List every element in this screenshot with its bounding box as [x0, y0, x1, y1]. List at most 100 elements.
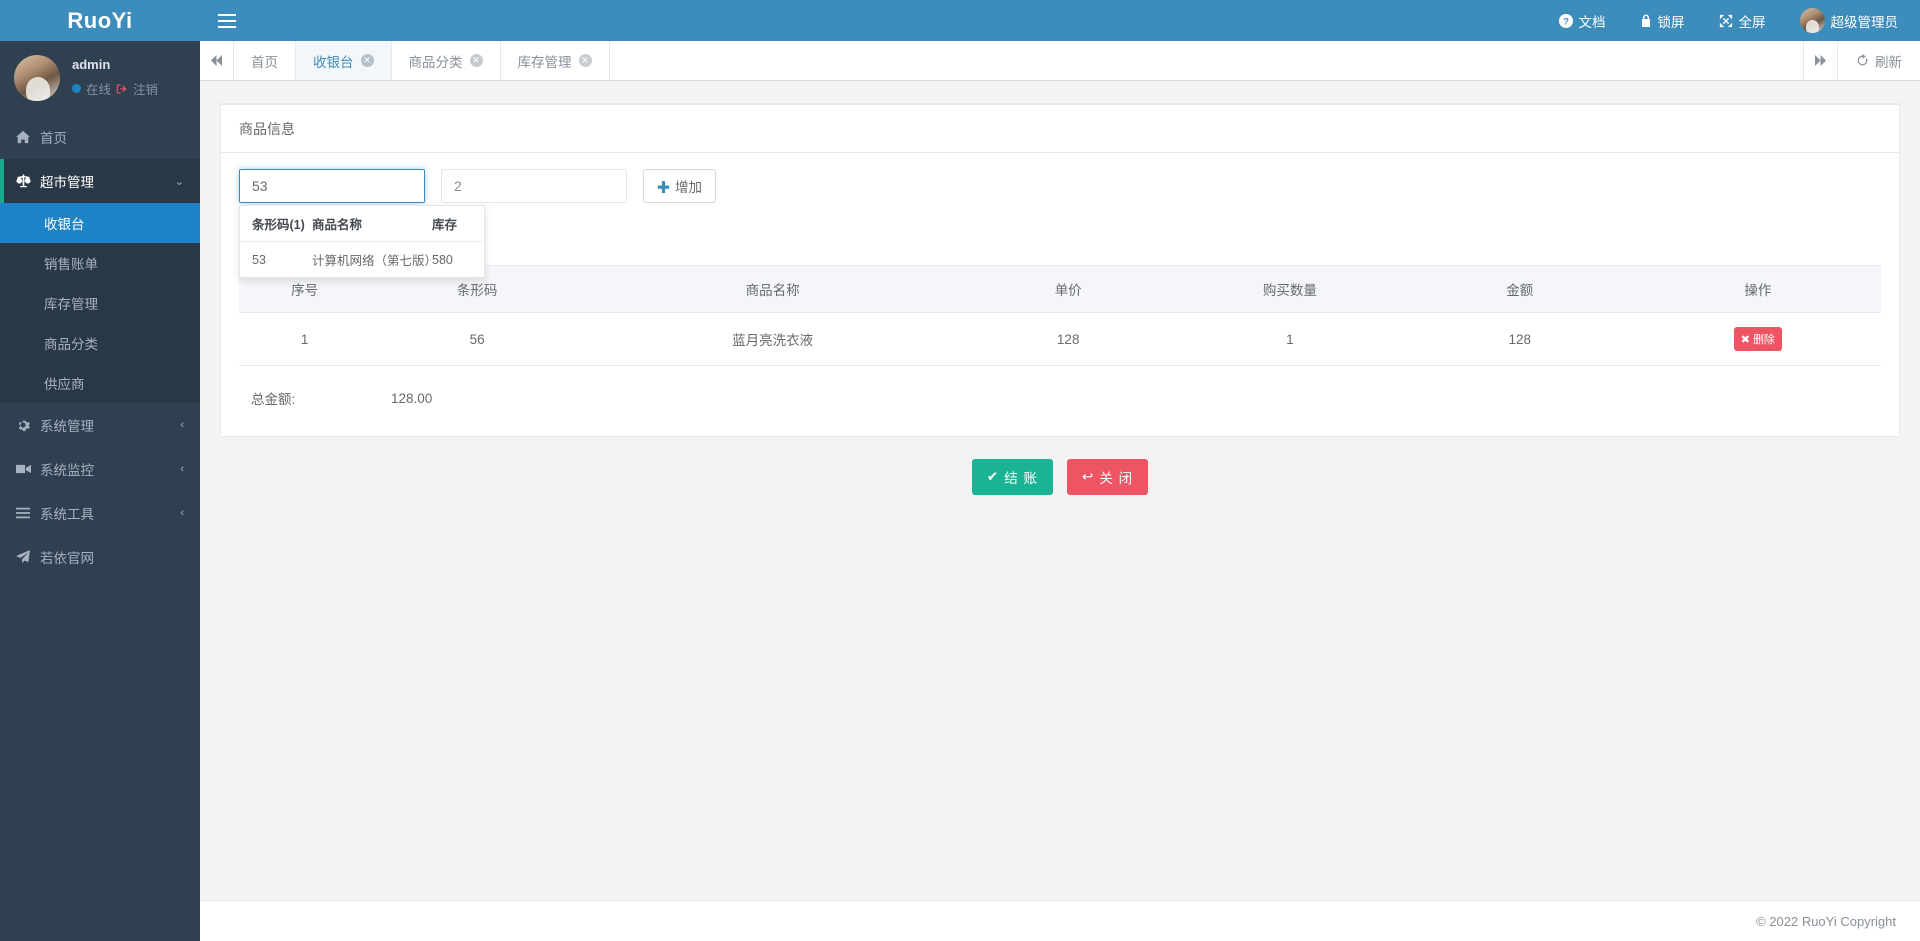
table-header-row: 序号 条形码 商品名称 单价 购买数量 金额 操作	[239, 265, 1881, 313]
chevron-left-icon: ‹	[180, 419, 184, 431]
video-camera-icon	[16, 463, 34, 475]
cell-quantity: 1	[1174, 312, 1405, 366]
user-profile: admin 在线 注销	[0, 41, 200, 115]
home-icon	[16, 130, 34, 144]
fullscreen-button[interactable]: 全屏	[1719, 11, 1766, 31]
sidebar-item-home[interactable]: 首页	[0, 115, 200, 159]
autocomplete-option-name: 计算机网络（第七版）	[312, 254, 438, 268]
hamburger-icon[interactable]	[218, 13, 236, 28]
close-icon[interactable]: ✕	[469, 54, 483, 67]
column-price: 单价	[961, 265, 1175, 313]
logout-icon[interactable]	[116, 83, 128, 95]
expand-icon	[1719, 14, 1733, 28]
sidebar-item-label: 系统工具	[40, 507, 94, 522]
add-product-button[interactable]: ✚ 增加	[643, 169, 717, 203]
tab-inventory[interactable]: 库存管理 ✕	[500, 41, 610, 80]
tab-scroll-prev-button[interactable]	[200, 41, 234, 80]
lock-icon	[1640, 14, 1652, 28]
cell-index: 1	[239, 312, 371, 366]
question-circle-icon: ?	[1558, 13, 1573, 28]
checkout-submit-label: 结 账	[1004, 471, 1038, 486]
avatar[interactable]	[14, 55, 60, 101]
close-button[interactable]: ↩ 关 闭	[1067, 459, 1149, 495]
profile-username: admin	[72, 57, 111, 72]
tab-label: 收银台	[313, 54, 354, 70]
sidebar-subitem-label: 库存管理	[44, 297, 98, 312]
sidebar-subitem-inventory[interactable]: 库存管理	[0, 283, 200, 323]
table-row: 1 56 蓝月亮洗衣液 128 1 128 ✖ 删除	[239, 312, 1881, 366]
gear-icon	[16, 418, 34, 432]
tab-bar: 首页 收银台 ✕ 商品分类 ✕ 库存管理 ✕ 刷新	[200, 41, 1920, 81]
tab-scroll-next-button[interactable]	[1803, 41, 1837, 80]
reply-icon: ↩	[1082, 469, 1095, 484]
sidebar-subitem-label: 供应商	[44, 377, 85, 392]
sidebar-item-market[interactable]: 超市管理 ⌄ 收银台 销售账单 库存管理 商品分类 供应商	[0, 159, 200, 403]
total-amount-label: 总金额:	[251, 392, 296, 407]
sidebar-subitem-label: 商品分类	[44, 337, 98, 352]
checkout-list-title: 结账清单	[239, 203, 1881, 265]
user-menu-label: 超级管理员	[1830, 14, 1899, 30]
profile-status-label: 在线	[86, 83, 112, 97]
sidebar-item-system-manage[interactable]: 系统管理 ‹	[0, 403, 200, 447]
checkout-submit-button[interactable]: ✔ 结 账	[971, 459, 1053, 495]
page-content: 商品信息 ✚ 增加 条形码(1) 商品名称 库存	[200, 81, 1920, 900]
chevron-left-icon: ‹	[180, 507, 184, 519]
tab-label: 商品分类	[408, 54, 463, 70]
autocomplete-header-stock: 库存	[432, 218, 458, 232]
bars-icon	[16, 507, 34, 519]
tab-label: 首页	[251, 54, 278, 70]
barcode-autocomplete-dropdown: 条形码(1) 商品名称 库存 53 计算机网络（第七版） 580	[239, 205, 485, 278]
check-icon: ✔	[986, 469, 1000, 484]
times-icon: ✖	[1740, 333, 1750, 346]
sidebar-item-system-tools[interactable]: 系统工具 ‹	[0, 491, 200, 535]
refresh-icon	[1856, 54, 1869, 67]
quantity-input[interactable]	[441, 169, 627, 203]
sidebar-item-system-monitor[interactable]: 系统监控 ‹	[0, 447, 200, 491]
sidebar-subitem-sales-bill[interactable]: 销售账单	[0, 243, 200, 283]
brand-logo[interactable]: RuoYi	[0, 0, 200, 41]
sidebar-subitem-label: 销售账单	[44, 257, 98, 272]
sidebar-subitem-cashier[interactable]: 收银台	[0, 203, 200, 243]
top-navbar: ? 文档 锁屏 全屏 超级管理员	[200, 0, 1920, 41]
online-dot-icon	[72, 84, 81, 93]
barcode-input[interactable]	[239, 169, 425, 203]
delete-row-button[interactable]: ✖ 删除	[1733, 327, 1782, 351]
sidebar-subitem-supplier[interactable]: 供应商	[0, 363, 200, 403]
user-menu[interactable]: 超级管理员	[1799, 8, 1899, 33]
column-quantity: 购买数量	[1174, 265, 1405, 313]
logout-label[interactable]: 注销	[133, 79, 158, 98]
close-button-label: 关 闭	[1099, 471, 1134, 486]
copyright-text: © 2022 RuoYi Copyright	[1756, 913, 1896, 929]
refresh-label: 刷新	[1875, 54, 1902, 70]
footer: © 2022 RuoYi Copyright	[200, 900, 1920, 941]
plus-icon: ✚	[657, 179, 671, 195]
autocomplete-header-barcode: 条形码(1)	[252, 218, 305, 232]
close-icon[interactable]: ✕	[360, 54, 374, 67]
sidebar-subitem-category[interactable]: 商品分类	[0, 323, 200, 363]
column-action: 操作	[1634, 265, 1881, 313]
tab-label: 库存管理	[517, 54, 572, 70]
sidebar-item-label: 首页	[40, 131, 67, 146]
sidebar-item-label: 系统监控	[40, 463, 94, 478]
total-amount-value: 128.00	[391, 390, 433, 406]
column-amount: 金额	[1404, 265, 1635, 313]
sidebar-item-label: 若依官网	[40, 551, 94, 566]
form-actions: ✔ 结 账 ↩ 关 闭	[220, 437, 1900, 521]
autocomplete-header: 条形码(1) 商品名称 库存	[240, 206, 484, 242]
sidebar-item-label: 系统管理	[40, 419, 94, 434]
autocomplete-option-stock: 580	[432, 252, 453, 267]
autocomplete-header-name: 商品名称	[312, 218, 363, 232]
tab-cashier[interactable]: 收银台 ✕	[296, 41, 392, 80]
svg-text:?: ?	[1563, 16, 1569, 27]
sidebar-subitem-label: 收银台	[44, 217, 85, 232]
lock-screen-button[interactable]: 锁屏	[1640, 11, 1685, 31]
close-icon[interactable]: ✕	[578, 54, 592, 67]
sidebar-item-official-site[interactable]: 若依官网	[0, 535, 200, 579]
refresh-button[interactable]: 刷新	[1837, 41, 1920, 80]
balance-scale-icon	[16, 174, 34, 188]
tab-category[interactable]: 商品分类 ✕	[391, 41, 501, 80]
docs-link[interactable]: ? 文档	[1558, 11, 1606, 31]
brand-logo-text: RuoYi	[67, 7, 133, 33]
tab-home[interactable]: 首页	[234, 41, 296, 80]
autocomplete-option[interactable]: 53 计算机网络（第七版） 580	[240, 242, 484, 277]
